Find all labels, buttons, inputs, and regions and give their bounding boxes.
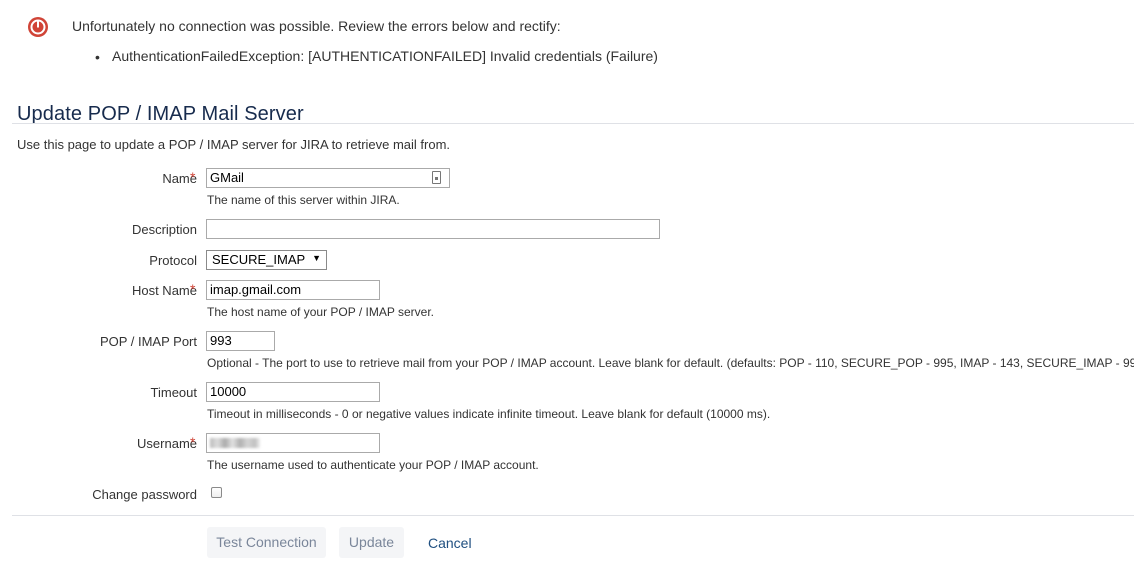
username-input[interactable] xyxy=(206,433,380,453)
port-value: 993 xyxy=(210,333,232,348)
update-button[interactable]: Update xyxy=(339,527,404,558)
error-item: AuthenticationFailedException: [AUTHENTI… xyxy=(112,48,658,64)
port-input[interactable]: 993 xyxy=(206,331,275,351)
test-connection-button[interactable]: Test Connection xyxy=(207,527,326,558)
host-description: The host name of your POP / IMAP server. xyxy=(207,305,434,319)
required-marker: * xyxy=(190,169,196,185)
error-icon xyxy=(28,17,48,37)
name-input[interactable]: GMail xyxy=(206,168,450,188)
protocol-value: SECURE_IMAP xyxy=(212,252,306,267)
change-password-checkbox[interactable] xyxy=(211,487,222,498)
timeout-value: 10000 xyxy=(210,384,247,399)
password-manager-icon[interactable] xyxy=(432,171,441,184)
port-label: POP / IMAP Port xyxy=(99,334,197,349)
name-description: The name of this server within JIRA. xyxy=(207,193,400,207)
page-intro: Use this page to update a POP / IMAP ser… xyxy=(17,137,451,152)
name-value: GMail xyxy=(210,170,244,185)
port-description: Optional - The port to use to retrieve m… xyxy=(207,356,1134,370)
host-value: imap.gmail.com xyxy=(210,282,302,297)
host-input[interactable]: imap.gmail.com xyxy=(206,280,380,300)
timeout-input[interactable]: 10000 xyxy=(206,382,380,402)
host-label: Host Name xyxy=(131,283,197,298)
change-password-label: Change password xyxy=(92,487,197,502)
timeout-description: Timeout in milliseconds - 0 or negative … xyxy=(207,407,771,421)
dropdown-arrow-icon: ▼ xyxy=(312,253,321,263)
username-description: The username used to authenticate your P… xyxy=(207,458,539,472)
description-input[interactable] xyxy=(206,219,660,239)
required-marker: * xyxy=(190,281,196,297)
username-label: Username xyxy=(137,436,197,451)
protocol-label: Protocol xyxy=(149,253,197,268)
bullet-icon: • xyxy=(95,49,100,65)
divider xyxy=(12,123,1134,124)
required-marker: * xyxy=(190,434,196,450)
cancel-link[interactable]: Cancel xyxy=(428,535,472,551)
timeout-label: Timeout xyxy=(150,385,197,400)
protocol-select[interactable]: SECURE_IMAP ▼ xyxy=(206,250,327,270)
error-message: Unfortunately no connection was possible… xyxy=(72,18,561,34)
redacted-username xyxy=(210,438,260,448)
description-label: Description xyxy=(131,222,197,237)
divider xyxy=(12,515,1134,516)
